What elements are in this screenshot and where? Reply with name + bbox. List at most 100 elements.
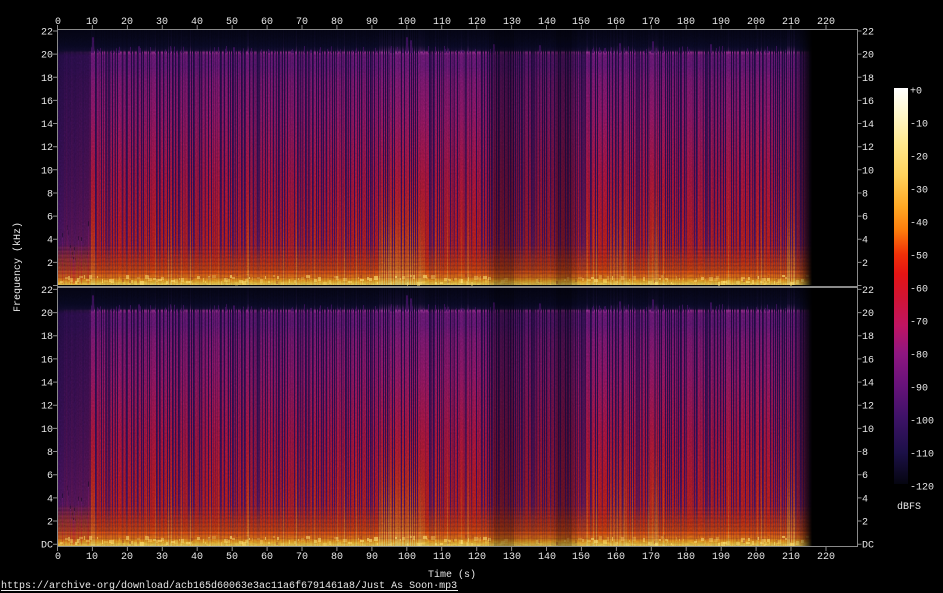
svg-text:DC: DC <box>862 541 874 552</box>
svg-text:130: 130 <box>503 552 521 563</box>
svg-text:18: 18 <box>862 74 874 85</box>
svg-text:100: 100 <box>398 17 416 28</box>
svg-text:100: 100 <box>398 552 416 563</box>
svg-text:200: 200 <box>747 552 765 563</box>
svg-text:40: 40 <box>191 17 203 28</box>
svg-text:-120: -120 <box>910 483 934 494</box>
svg-text:130: 130 <box>503 17 521 28</box>
svg-text:60: 60 <box>261 552 273 563</box>
svg-text:190: 190 <box>712 17 730 28</box>
svg-text:20: 20 <box>862 51 874 62</box>
svg-text:10: 10 <box>86 17 98 28</box>
svg-text:-40: -40 <box>910 219 928 230</box>
svg-text:20: 20 <box>41 309 53 320</box>
svg-text:140: 140 <box>538 552 556 563</box>
svg-text:8: 8 <box>862 448 868 459</box>
svg-text:22: 22 <box>862 286 874 297</box>
svg-text:4: 4 <box>862 236 868 247</box>
svg-text:30: 30 <box>156 17 168 28</box>
svg-text:180: 180 <box>677 17 695 28</box>
svg-text:220: 220 <box>817 552 835 563</box>
svg-text:20: 20 <box>41 51 53 62</box>
svg-text:14: 14 <box>41 379 53 390</box>
svg-text:150: 150 <box>572 17 590 28</box>
svg-text:-110: -110 <box>910 450 934 461</box>
svg-text:12: 12 <box>862 143 874 154</box>
svg-text:60: 60 <box>261 17 273 28</box>
svg-text:18: 18 <box>862 332 874 343</box>
svg-text:20: 20 <box>121 17 133 28</box>
svg-text:4: 4 <box>47 494 53 505</box>
svg-text:20: 20 <box>862 309 874 320</box>
svg-text:6: 6 <box>47 213 53 224</box>
svg-text:16: 16 <box>862 97 874 108</box>
svg-text:120: 120 <box>468 552 486 563</box>
svg-text:80: 80 <box>331 17 343 28</box>
svg-text:50: 50 <box>226 552 238 563</box>
svg-text:DC: DC <box>41 541 53 552</box>
svg-text:110: 110 <box>433 552 451 563</box>
svg-text:Frequency (kHz): Frequency (kHz) <box>12 222 24 312</box>
svg-text:160: 160 <box>607 17 625 28</box>
svg-text:-80: -80 <box>910 351 928 362</box>
svg-text:6: 6 <box>862 471 868 482</box>
svg-text:10: 10 <box>86 552 98 563</box>
svg-text:210: 210 <box>782 17 800 28</box>
svg-text:140: 140 <box>538 17 556 28</box>
svg-text:190: 190 <box>712 552 730 563</box>
svg-text:10: 10 <box>862 166 874 177</box>
svg-text:2: 2 <box>862 259 868 270</box>
svg-text:+0: +0 <box>910 87 922 98</box>
svg-text:22: 22 <box>41 28 53 39</box>
svg-text:12: 12 <box>41 143 53 154</box>
svg-text:220: 220 <box>817 17 835 28</box>
svg-text:16: 16 <box>862 355 874 366</box>
svg-text:-70: -70 <box>910 318 928 329</box>
svg-text:30: 30 <box>156 552 168 563</box>
svg-text:170: 170 <box>642 552 660 563</box>
svg-text:6: 6 <box>47 471 53 482</box>
svg-text:16: 16 <box>41 97 53 108</box>
svg-text:14: 14 <box>862 120 874 131</box>
svg-text:10: 10 <box>862 425 874 436</box>
svg-text:-90: -90 <box>910 384 928 395</box>
svg-text:-50: -50 <box>910 252 928 263</box>
svg-text:150: 150 <box>572 552 590 563</box>
svg-text:80: 80 <box>331 552 343 563</box>
svg-text:-10: -10 <box>910 120 928 131</box>
svg-text:20: 20 <box>121 552 133 563</box>
svg-text:2: 2 <box>862 518 868 529</box>
svg-text:50: 50 <box>226 17 238 28</box>
svg-text:160: 160 <box>607 552 625 563</box>
svg-text:120: 120 <box>468 17 486 28</box>
svg-text:-60: -60 <box>910 285 928 296</box>
svg-text:12: 12 <box>41 402 53 413</box>
svg-text:4: 4 <box>47 236 53 247</box>
svg-text:110: 110 <box>433 17 451 28</box>
svg-text:90: 90 <box>366 552 378 563</box>
svg-text:14: 14 <box>41 120 53 131</box>
svg-text:10: 10 <box>41 425 53 436</box>
svg-text:14: 14 <box>862 379 874 390</box>
svg-text:2: 2 <box>47 518 53 529</box>
svg-text:70: 70 <box>296 17 308 28</box>
svg-text:-30: -30 <box>910 186 928 197</box>
svg-text:10: 10 <box>41 166 53 177</box>
svg-text:8: 8 <box>862 190 868 201</box>
svg-text:4: 4 <box>862 494 868 505</box>
svg-text:6: 6 <box>862 213 868 224</box>
svg-text:210: 210 <box>782 552 800 563</box>
svg-text:70: 70 <box>296 552 308 563</box>
svg-text:0: 0 <box>55 552 61 563</box>
svg-text:180: 180 <box>677 552 695 563</box>
svg-text:8: 8 <box>47 448 53 459</box>
svg-text:22: 22 <box>41 286 53 297</box>
svg-text:-20: -20 <box>910 153 928 164</box>
svg-text:22: 22 <box>862 28 874 39</box>
svg-text:Time (s): Time (s) <box>428 569 476 581</box>
svg-text:90: 90 <box>366 17 378 28</box>
svg-text:-100: -100 <box>910 417 934 428</box>
svg-text:8: 8 <box>47 190 53 201</box>
svg-text:18: 18 <box>41 332 53 343</box>
svg-text:0: 0 <box>55 17 61 28</box>
